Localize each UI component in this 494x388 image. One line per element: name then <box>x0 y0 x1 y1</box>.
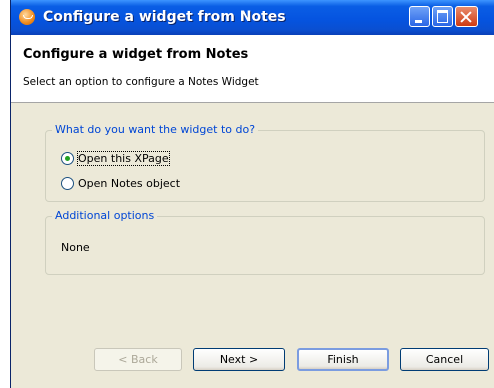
next-button[interactable]: Next > <box>193 348 285 371</box>
page-subtitle: Select an option to configure a Notes Wi… <box>23 76 259 88</box>
cancel-button[interactable]: Cancel <box>400 348 489 371</box>
radio-open-notes-object[interactable]: Open Notes object <box>61 175 180 191</box>
close-icon[interactable] <box>455 6 478 27</box>
notes-app-icon <box>19 9 35 25</box>
back-button[interactable]: < Back <box>94 348 182 371</box>
page-title: Configure a widget from Notes <box>23 47 249 62</box>
radio-unselected-icon[interactable] <box>61 176 74 190</box>
window-title: Configure a widget from Notes <box>43 9 286 25</box>
radio-open-xpage-label[interactable]: Open this XPage <box>77 150 170 166</box>
wizard-header: Configure a widget from Notes Select an … <box>11 35 494 103</box>
radio-open-xpage[interactable]: Open this XPage <box>61 150 170 166</box>
radio-selected-icon[interactable] <box>61 151 74 165</box>
additional-options-group: Additional options None <box>45 209 485 275</box>
action-group-legend: What do you want the widget to do? <box>52 123 259 136</box>
additional-options-legend: Additional options <box>52 209 158 222</box>
additional-options-value: None <box>61 241 90 254</box>
maximize-icon[interactable] <box>432 6 453 27</box>
title-bar[interactable]: Configure a widget from Notes <box>11 0 494 35</box>
action-group: What do you want the widget to do? Open … <box>45 123 485 202</box>
minimize-icon[interactable] <box>409 6 430 27</box>
finish-button[interactable]: Finish <box>297 348 389 371</box>
radio-open-notes-object-label[interactable]: Open Notes object <box>78 177 180 190</box>
dialog-window: Configure a widget from Notes Configure … <box>10 0 494 388</box>
